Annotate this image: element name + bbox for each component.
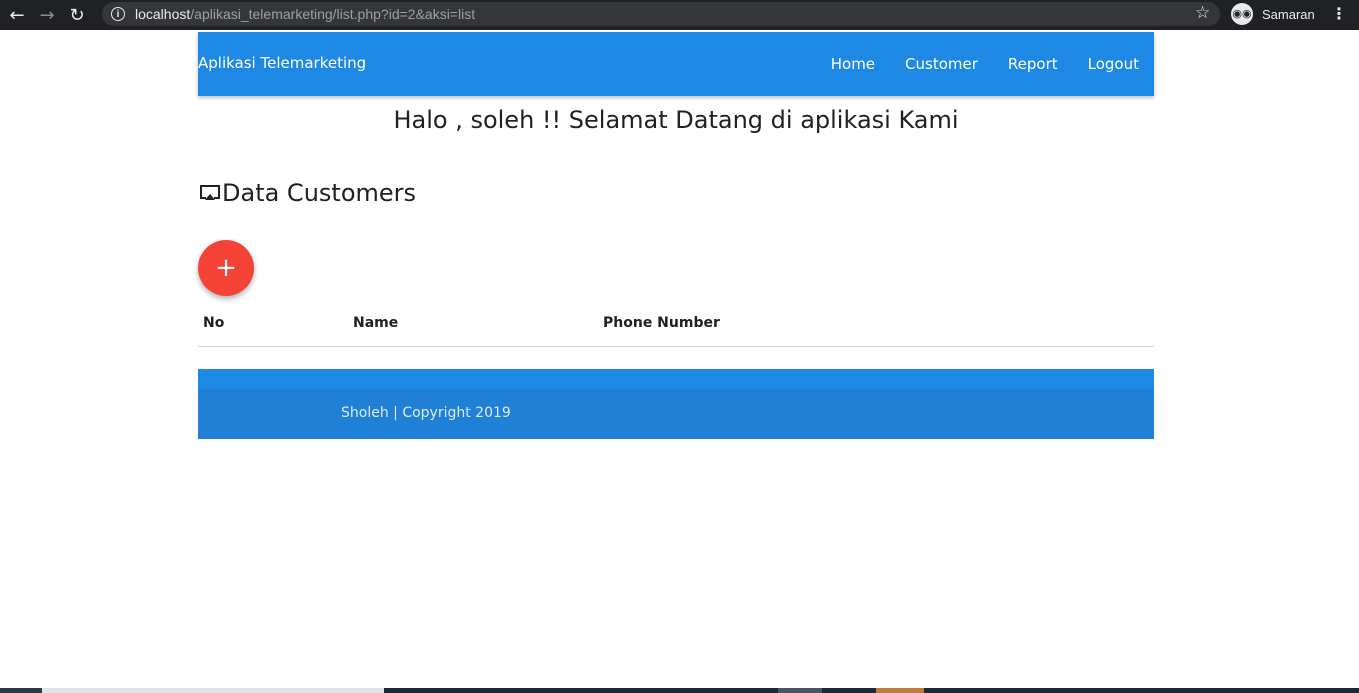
footer-copyright-text: Sholeh | Copyright 2019 [341,405,511,421]
forward-arrow-icon[interactable]: → [32,5,62,26]
more-vert-icon[interactable]: ⋮ [1331,4,1347,23]
welcome-heading: Halo , soleh !! Selamat Datang di aplika… [393,106,959,134]
section-title-text: Data Customers [222,179,417,207]
reload-icon[interactable]: ↻ [62,5,92,26]
os-taskbar [0,688,1359,693]
back-arrow-icon[interactable]: ← [2,5,32,26]
taskbar-item[interactable] [42,688,384,693]
column-header-name[interactable]: Name [348,300,598,347]
plus-icon: + [215,253,237,283]
nav-links: Home Customer Report Logout [816,32,1154,96]
profile-label: Samaran [1262,6,1315,22]
table-header-row: No Name Phone Number [198,300,1154,347]
profile-button[interactable]: ◉◉ Samaran [1231,3,1315,25]
column-header-no[interactable]: No [198,300,348,347]
nav-link-home[interactable]: Home [816,55,890,73]
nav-link-customer[interactable]: Customer [890,55,993,73]
column-header-phone[interactable]: Phone Number [598,300,1154,347]
incognito-icon: ◉◉ [1231,3,1253,25]
footer-copyright-bar: Sholeh | Copyright 2019 [198,389,1154,439]
nav-link-logout[interactable]: Logout [1073,55,1154,73]
taskbar-item[interactable] [876,688,924,693]
url-host: localhost [135,6,191,22]
customers-table: No Name Phone Number [198,300,1154,347]
nav-link-report[interactable]: Report [993,55,1073,73]
url-path: /aplikasi_telemarketing/list.php?id=2&ak… [190,6,476,22]
cast-icon [200,185,220,200]
address-bar[interactable]: i localhost /aplikasi_telemarketing/list… [102,2,1220,26]
taskbar-item[interactable] [778,688,822,693]
browser-toolbar: ← → ↻ i localhost /aplikasi_telemarketin… [0,0,1359,30]
add-customer-button[interactable]: + [198,240,254,296]
info-icon[interactable]: i [111,7,125,21]
page-footer: Sholeh | Copyright 2019 [198,369,1154,439]
top-navbar: Aplikasi Telemarketing Home Customer Rep… [198,32,1154,96]
star-icon[interactable]: ☆ [1195,3,1210,23]
brand-logo[interactable]: Aplikasi Telemarketing [198,54,366,72]
taskbar-item[interactable] [0,688,42,693]
section-title: Data Customers [198,179,416,207]
